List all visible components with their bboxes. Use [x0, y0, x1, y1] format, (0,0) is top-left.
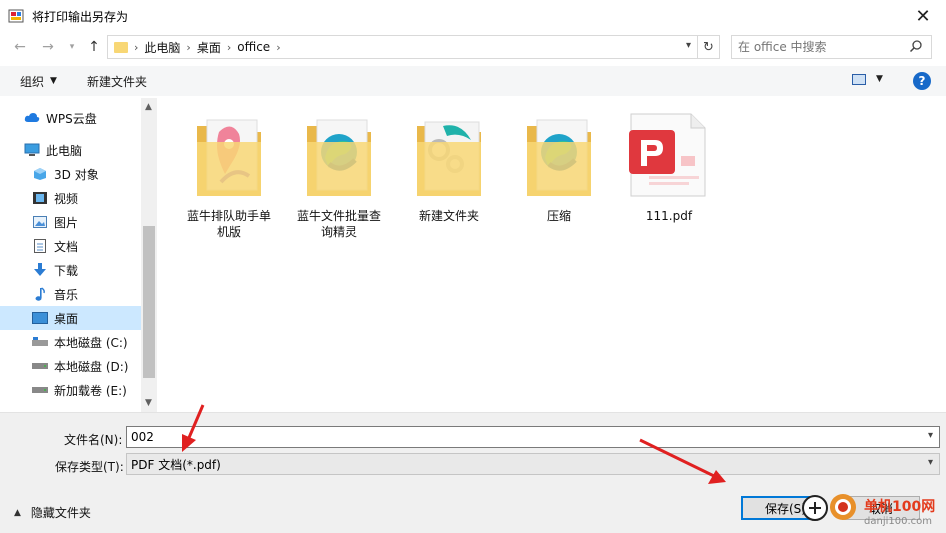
- address-row: ← → ▾ ↑ › 此电脑 › 桌面 › office › ▾ ↻: [0, 32, 946, 62]
- search-box[interactable]: [731, 35, 932, 59]
- back-button[interactable]: ←: [8, 35, 32, 59]
- scroll-down-icon[interactable]: ▼: [145, 398, 152, 408]
- filetype-select[interactable]: PDF 文档(*.pdf) ▾: [126, 453, 940, 475]
- file-name: 111.pdf: [645, 209, 693, 223]
- nav-item-drive-c[interactable]: 本地磁盘 (C:): [0, 330, 141, 354]
- folder-edge-icon: [289, 112, 389, 204]
- nav-item-wps-cloud[interactable]: WPS云盘: [0, 106, 141, 130]
- breadcrumb-this-pc[interactable]: 此电脑: [144, 39, 180, 56]
- help-button[interactable]: ?: [913, 72, 931, 90]
- download-icon: [32, 263, 48, 277]
- chevron-down-icon[interactable]: ▾: [928, 430, 933, 441]
- scrollbar-thumb[interactable]: [143, 226, 155, 378]
- cube-icon: [32, 167, 48, 181]
- file-item[interactable]: 111.pdf: [619, 112, 719, 224]
- music-icon: [32, 287, 48, 301]
- printer-app-icon: [8, 8, 24, 24]
- pdf-icon: [619, 112, 719, 204]
- file-list: 蓝牛排队助手单 机版 蓝牛文件批量查 询精灵 新建文件夹 压缩 111.pdf: [157, 98, 946, 412]
- chevron-down-icon: ▾: [69, 42, 75, 52]
- file-item[interactable]: 压缩: [509, 112, 609, 224]
- command-bar: 组织 ▼ 新建文件夹 ▼ ?: [0, 66, 946, 96]
- folder-map-icon: [179, 112, 279, 204]
- file-item[interactable]: 新建文件夹: [399, 112, 499, 224]
- close-button[interactable]: ✕: [900, 0, 946, 32]
- nav-item-pictures[interactable]: 图片: [0, 210, 141, 234]
- recent-locations-button[interactable]: ▾: [60, 35, 84, 59]
- scroll-up-icon[interactable]: ▲: [145, 102, 152, 112]
- arrow-right-icon: →: [42, 39, 54, 55]
- organize-label: 组织: [20, 74, 45, 89]
- filename-input[interactable]: [131, 430, 862, 444]
- drive-icon: [32, 335, 48, 349]
- filetype-value: PDF 文档(*.pdf): [131, 457, 221, 472]
- forward-button[interactable]: →: [36, 35, 60, 59]
- nav-item-downloads[interactable]: 下载: [0, 258, 141, 282]
- nav-item-documents[interactable]: 文档: [0, 234, 141, 258]
- chevron-right-icon[interactable]: ›: [276, 41, 280, 54]
- new-folder-label: 新建文件夹: [86, 74, 147, 89]
- cloud-icon: [24, 111, 40, 125]
- search-input[interactable]: [738, 37, 908, 57]
- title-bar: 将打印输出另存为 ✕: [0, 0, 946, 32]
- file-name: 新建文件夹: [418, 209, 479, 223]
- chevron-up-icon: ▲: [14, 507, 21, 518]
- chevron-down-icon: ▼: [50, 76, 57, 86]
- nav-item-3d-objects[interactable]: 3D 对象: [0, 162, 141, 186]
- picture-icon: [32, 215, 48, 229]
- filetype-label: 保存类型(T):: [55, 460, 124, 474]
- chevron-down-icon[interactable]: ▾: [928, 457, 933, 468]
- watermark-logo: 单机100网 danji100.com: [800, 490, 946, 533]
- file-item[interactable]: 蓝牛文件批量查 询精灵: [289, 112, 389, 240]
- folder-icon: [114, 41, 128, 53]
- view-options-chevron-icon[interactable]: ▼: [876, 74, 883, 84]
- nav-item-videos[interactable]: 视频: [0, 186, 141, 210]
- drive-icon: [32, 383, 48, 397]
- breadcrumb[interactable]: › 此电脑 › 桌面 › office › ▾: [107, 35, 698, 59]
- view-mode-icon[interactable]: [852, 74, 866, 85]
- nav-item-music[interactable]: 音乐: [0, 282, 141, 306]
- document-icon: [32, 239, 48, 253]
- folder-gear-icon: [399, 112, 499, 204]
- file-item[interactable]: 蓝牛排队助手单 机版: [179, 112, 279, 240]
- chevron-right-icon[interactable]: ›: [227, 41, 231, 54]
- file-name: 压缩: [546, 209, 571, 223]
- watermark-text: 单机100网: [864, 499, 936, 515]
- nav-item-drive-d[interactable]: 本地磁盘 (D:): [0, 354, 141, 378]
- desktop-icon: [32, 311, 48, 325]
- address-history-dropdown-icon[interactable]: ▾: [686, 40, 691, 51]
- folder-edge-icon: [509, 112, 609, 204]
- filename-combobox[interactable]: ▾: [126, 426, 940, 448]
- arrow-up-icon: ↑: [88, 39, 100, 55]
- window-title: 将打印输出另存为: [32, 9, 129, 24]
- drive-icon: [32, 359, 48, 373]
- close-icon: ✕: [915, 5, 931, 27]
- hide-folders-toggle[interactable]: ▲ 隐藏文件夹: [14, 504, 91, 521]
- nav-item-this-pc[interactable]: 此电脑: [0, 138, 141, 162]
- nav-item-drive-e[interactable]: 新加载卷 (E:): [0, 378, 141, 402]
- up-button[interactable]: ↑: [82, 35, 106, 59]
- help-icon: ?: [918, 74, 926, 88]
- file-name: 蓝牛排队助手单 机版: [186, 209, 271, 239]
- organize-menu-button[interactable]: 组织 ▼: [20, 73, 57, 90]
- watermark-url: danji100.com: [864, 516, 932, 527]
- nav-scrollbar[interactable]: ▲ ▼: [141, 98, 157, 412]
- breadcrumb-office[interactable]: office: [237, 40, 270, 54]
- new-folder-button[interactable]: 新建文件夹: [87, 73, 147, 90]
- arrow-left-icon: ←: [14, 39, 26, 55]
- search-icon: [909, 40, 922, 53]
- filename-label: 文件名(N):: [64, 433, 123, 447]
- navigation-pane: WPS云盘 此电脑 3D 对象 视频 图片 文档 下载 音乐 桌面 本地磁盘 (…: [0, 98, 157, 412]
- file-name: 蓝牛文件批量查 询精灵: [296, 209, 381, 239]
- nav-item-desktop[interactable]: 桌面: [0, 306, 141, 330]
- video-icon: [32, 191, 48, 205]
- refresh-icon: ↻: [703, 39, 714, 55]
- computer-icon: [24, 143, 40, 157]
- breadcrumb-desktop[interactable]: 桌面: [197, 39, 221, 56]
- chevron-right-icon[interactable]: ›: [134, 41, 138, 54]
- hide-folders-label: 隐藏文件夹: [30, 506, 91, 520]
- refresh-button[interactable]: ↻: [698, 35, 720, 59]
- chevron-right-icon[interactable]: ›: [186, 41, 190, 54]
